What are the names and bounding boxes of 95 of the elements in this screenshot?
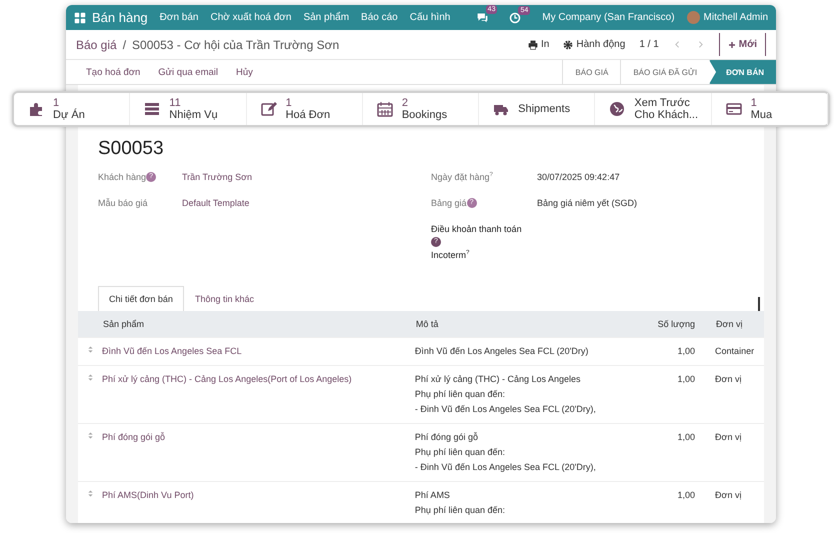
smart-button-label: Dự Án — [53, 109, 85, 121]
status-stage[interactable]: ĐƠN BÁN — [709, 60, 776, 84]
field-link[interactable]: Trần Trường Sơn — [182, 172, 252, 182]
smart-button[interactable]: Shipments — [479, 93, 596, 125]
smart-button-label: Mua — [750, 109, 772, 121]
field-label: Mẫu báo giá — [98, 198, 149, 208]
smart-button[interactable]: 1 Mua — [712, 93, 828, 125]
notebook-tab[interactable]: Thông tin khác — [184, 286, 265, 311]
field-value: 30/07/2025 09:42:47 — [537, 172, 620, 182]
plus-icon — [728, 40, 736, 48]
menu-item[interactable]: Cấu hình — [410, 12, 450, 23]
user-menu[interactable]: Mitchell Admin — [704, 12, 768, 23]
user-avatar[interactable] — [686, 11, 700, 24]
smart-button-label: Shipments — [518, 103, 570, 115]
description-line: Phụ phí liên quan đến: — [414, 446, 506, 459]
description-line: Phụ phí liên quan đến: — [414, 388, 506, 401]
field-value: Bảng giá niêm yết (SGD) — [537, 198, 638, 208]
printer-icon — [528, 40, 538, 50]
menu-item[interactable]: Chờ xuất hoá đơn — [210, 12, 292, 23]
action-button[interactable]: Hành động — [563, 39, 626, 50]
product-cell[interactable]: Đình Vũ đến Los Angeles Sea FCL — [102, 337, 415, 365]
smart-button-label: Nhiệm Vụ — [169, 109, 218, 121]
field-label: Ngày đặt hàng$^{?}$ — [431, 172, 494, 182]
drag-handle-icon[interactable] — [86, 430, 94, 440]
smart-button-label: Hoá Đơn — [286, 109, 330, 121]
breadcrumb-link[interactable]: Báo giá — [76, 38, 117, 52]
smart-button-label: Bookings — [402, 109, 448, 121]
help-mark[interactable]: ? — [466, 250, 470, 256]
drag-handle-icon[interactable] — [86, 372, 94, 382]
description-line: Phí đóng gói gỗ — [414, 430, 479, 444]
drag-handle-icon[interactable] — [86, 344, 94, 354]
unit-cell: Đơn vị — [715, 423, 764, 481]
description-line: Phí AMS — [414, 488, 451, 502]
quantity-cell: 1,00 — [642, 481, 716, 523]
quantity-cell: 1,00 — [642, 423, 716, 481]
stacked-rows-icon — [144, 101, 160, 117]
smart-button[interactable]: Xem Trước Cho Khách... — [595, 93, 712, 125]
description-line: Phí xử lý cảng (THC) - Cảng Los Angeles — [414, 372, 582, 386]
unit-cell: Đơn vị — [715, 365, 764, 423]
pager-value[interactable]: 1 / 1 — [639, 39, 659, 50]
product-cell[interactable]: Phí AMS(Dinh Vu Port) — [102, 481, 415, 523]
company-switcher[interactable]: My Company (San Francisco) — [542, 12, 675, 23]
column-header[interactable]: Đơn vị — [715, 311, 764, 337]
chat-icon[interactable] — [476, 11, 489, 24]
count-value: 1 — [286, 97, 293, 109]
gear-icon — [563, 40, 574, 50]
product-cell[interactable]: Phí đóng gói gỗ — [102, 423, 415, 481]
description-line: Đình Vũ đến Los Angeles Sea FCL (20'Dry) — [414, 344, 590, 358]
notebook-tab[interactable]: Chi tiết đơn bán — [98, 286, 184, 311]
menu-item[interactable]: Đơn bán — [160, 12, 198, 23]
drag-handle-icon[interactable] — [86, 488, 94, 498]
scroll-indicator — [758, 297, 760, 311]
print-button[interactable]: In — [528, 39, 550, 50]
description-line: - Đinh Vũ đến Los Angeles Sea FCL (20'Dry), — [414, 402, 597, 416]
help-mark[interactable]: ? — [490, 172, 493, 178]
count-value: 2 — [402, 97, 409, 109]
smart-button-label: Xem Trước Cho Khách... — [634, 97, 699, 121]
status-stage[interactable]: BÁO GIÁ — [562, 60, 620, 84]
product-cell[interactable]: Phí xử lý cảng (THC) - Cảng Los Angeles(Port of Los Angeles) — [102, 365, 415, 423]
breadcrumb-separator: / — [122, 38, 126, 52]
smart-button[interactable]: 1 Dự Án — [14, 93, 130, 125]
quantity-cell: 1,00 — [642, 365, 716, 423]
globe-icon — [609, 101, 626, 117]
menu-item[interactable]: Báo cáo — [361, 12, 398, 23]
app-name[interactable]: Bán hàng — [92, 10, 148, 25]
edit-icon — [260, 101, 277, 117]
puzzle-icon — [28, 101, 44, 117]
smart-button[interactable]: 2 Bookings — [362, 93, 480, 125]
action-link[interactable]: Tạo hoá đơn — [86, 66, 140, 78]
credit-card-icon — [726, 101, 742, 117]
status-stage[interactable]: BÁO GIÁ ĐÃ GỬI — [620, 60, 710, 84]
apps-grid-icon[interactable] — [74, 12, 86, 24]
count-value: 1 — [750, 97, 758, 109]
field-link[interactable]: Default Template — [182, 198, 250, 208]
clock-icon[interactable] — [509, 12, 522, 24]
record-name: S00053 - Cơ hội của Trần Trường Sơn — [132, 38, 340, 52]
column-header[interactable]: Số lượng — [642, 311, 716, 337]
calendar-icon — [376, 101, 393, 117]
smart-button[interactable]: 11 Nhiệm Vụ — [130, 93, 247, 125]
field-label: Incoterm$^{?}$ — [431, 250, 470, 260]
action-link[interactable]: Hủy — [236, 66, 253, 78]
description-line: - Đinh Vũ đến Los Angeles Sea FCL (20'Dry), — [414, 460, 597, 474]
unit-cell: Container — [715, 337, 764, 365]
record-title: S00053 — [97, 138, 165, 160]
smart-button[interactable]: 1 Hoá Đơn — [246, 93, 363, 125]
action-link[interactable]: Gửi qua email — [158, 66, 218, 78]
description-line: Phụ phí liên quan đến: — [414, 504, 506, 517]
count-value: 11 — [169, 97, 182, 109]
count-value: 1 — [53, 97, 60, 109]
unit-cell: Đơn vị — [715, 481, 764, 523]
new-button[interactable]: Mới — [718, 33, 766, 56]
column-header[interactable]: Sản phẩm — [102, 311, 415, 337]
column-header[interactable]: Mô tả — [414, 311, 642, 337]
menu-item[interactable]: Sản phẩm — [303, 12, 350, 23]
quantity-cell: 1,00 — [642, 337, 716, 365]
